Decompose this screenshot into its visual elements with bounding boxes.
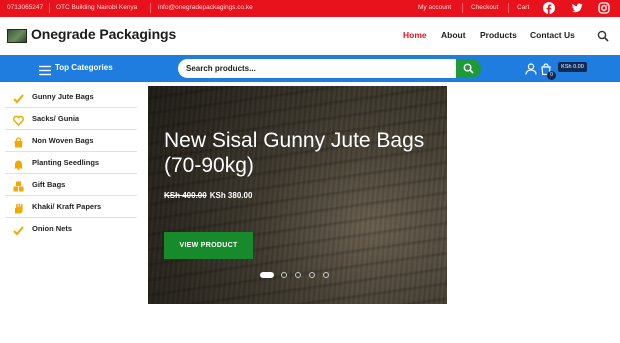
- slider-dot-2[interactable]: [281, 272, 287, 278]
- cart-count-badge: 0: [547, 71, 556, 80]
- facebook-icon[interactable]: [543, 2, 556, 15]
- phone-number[interactable]: 0713065247: [7, 4, 43, 11]
- sidebar-item-non-woven-bags[interactable]: Non Woven Bags: [5, 130, 137, 152]
- sidebar-item-khaki-kraft-papers[interactable]: Khaki/ Kraft Papers: [5, 196, 137, 218]
- sidebar-item-label: Planting Seedlings: [32, 158, 100, 167]
- heart-icon: [13, 113, 24, 127]
- divider: [150, 3, 151, 13]
- divider: [462, 3, 463, 13]
- sidebar-item-label: Onion Nets: [32, 224, 73, 233]
- sale-price: KSh 380.00: [209, 191, 253, 200]
- checkout-link[interactable]: Checkout: [471, 4, 498, 11]
- top-bar: 0713065247 OTC Building Nairobi Kenya in…: [0, 0, 620, 17]
- sidebar-item-gunny-jute-bags[interactable]: Gunny Jute Bags: [5, 86, 137, 108]
- check-icon: [13, 223, 24, 236]
- logo-image[interactable]: [7, 29, 27, 43]
- instagram-icon[interactable]: [598, 2, 611, 15]
- sidebar-item-label: Gift Bags: [32, 180, 66, 189]
- slider-dot-3[interactable]: [295, 272, 301, 278]
- address: OTC Building Nairobi Kenya: [56, 4, 138, 11]
- old-price: KSh 400.00: [164, 191, 207, 200]
- slide-title: New Sisal Gunny Jute Bags (70-90kg): [164, 129, 425, 177]
- nav-about[interactable]: About: [441, 30, 466, 40]
- site-header: Onegrade Packagings Home About Products …: [0, 17, 620, 55]
- sidebar-item-label: Khaki/ Kraft Papers: [32, 202, 102, 211]
- search-icon: [463, 63, 474, 74]
- nav-products[interactable]: Products: [480, 30, 517, 40]
- sidebar-item-label: Sacks/ Gunia: [32, 114, 80, 123]
- boxes-icon: [13, 179, 24, 192]
- check-icon: [13, 91, 24, 104]
- sidebar-item-onion-nets[interactable]: Onion Nets: [5, 218, 137, 240]
- view-product-button[interactable]: VIEW PRODUCT: [164, 232, 253, 259]
- slider-dot-5[interactable]: [323, 272, 329, 278]
- search-box: [178, 59, 458, 78]
- my-account-link[interactable]: My account: [418, 4, 451, 11]
- sidebar-item-gift-bags[interactable]: Gift Bags: [5, 174, 137, 196]
- twitter-icon[interactable]: [571, 2, 584, 15]
- category-bar: Top Categories 0 KSh 0.00: [0, 55, 620, 82]
- email[interactable]: info@onegradepackagings.co.ke: [158, 4, 253, 11]
- hand-icon: [13, 201, 24, 214]
- slider-dot-1[interactable]: [260, 272, 274, 278]
- search-icon[interactable]: [597, 29, 609, 42]
- sidebar-item-label: Non Woven Bags: [32, 136, 94, 145]
- slider-dot-4[interactable]: [309, 272, 315, 278]
- divider: [508, 3, 509, 13]
- nav-contact-us[interactable]: Contact Us: [530, 30, 575, 40]
- sidebar-item-sacks-gunia[interactable]: Sacks/ Gunia: [5, 108, 137, 130]
- divider: [49, 3, 50, 13]
- nav-home[interactable]: Home: [403, 30, 427, 40]
- site-logo-text[interactable]: Onegrade Packagings: [31, 26, 176, 42]
- sidebar-item-label: Gunny Jute Bags: [32, 92, 94, 101]
- menu-icon[interactable]: [39, 63, 51, 76]
- slide-price: KSh 400.00 KSh 380.00: [164, 191, 252, 200]
- bag-icon: [13, 135, 24, 148]
- bell-icon: [13, 157, 24, 171]
- sidebar-item-planting-seedlings[interactable]: Planting Seedlings: [5, 152, 137, 174]
- product-search-input[interactable]: [178, 59, 458, 78]
- search-button[interactable]: [456, 59, 481, 78]
- top-categories-toggle[interactable]: Top Categories: [55, 63, 113, 72]
- user-account-icon[interactable]: [525, 62, 537, 75]
- cart-link[interactable]: Cart: [517, 4, 529, 11]
- hero-slider[interactable]: New Sisal Gunny Jute Bags (70-90kg) KSh …: [148, 86, 447, 304]
- cart-total[interactable]: KSh 0.00: [558, 62, 587, 72]
